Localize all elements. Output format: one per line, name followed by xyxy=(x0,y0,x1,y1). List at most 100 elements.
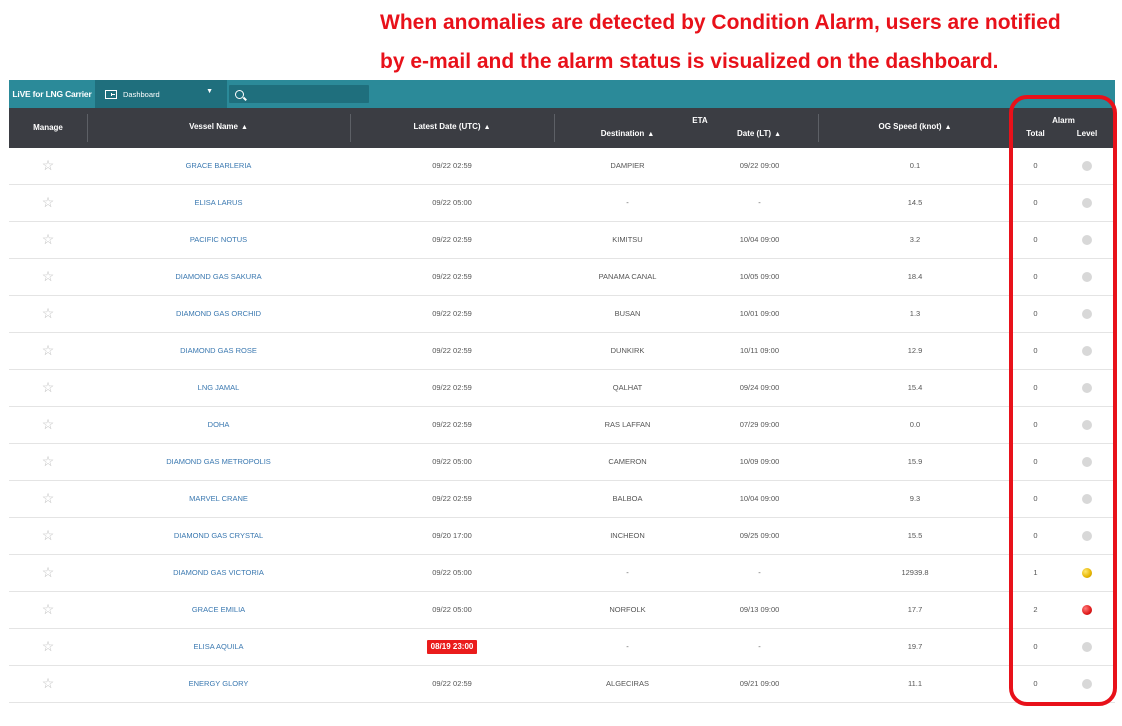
alarm-level-cell xyxy=(1059,444,1115,481)
header-alarm: Alarm xyxy=(1052,116,1075,125)
manage-cell: ☆ xyxy=(9,259,87,296)
alarm-level-cell xyxy=(1059,629,1115,666)
vessel-name-link[interactable]: DIAMOND GAS ORCHID xyxy=(87,296,350,333)
star-icon[interactable]: ☆ xyxy=(42,527,55,543)
manage-cell: ☆ xyxy=(9,629,87,666)
table-row[interactable]: ☆ DIAMOND GAS SAKURA 09/22 02:59 PANAMA … xyxy=(9,259,1115,296)
alarm-level-indicator-icon[interactable] xyxy=(1082,309,1092,320)
table-row[interactable]: ☆ DIAMOND GAS ORCHID 09/22 02:59 BUSAN 1… xyxy=(9,296,1115,333)
star-icon[interactable]: ☆ xyxy=(42,305,55,321)
alarm-level-cell xyxy=(1059,592,1115,629)
table-row[interactable]: ☆ MARVEL CRANE 09/22 02:59 BALBOA 10/04 … xyxy=(9,481,1115,518)
alarm-level-indicator-icon[interactable] xyxy=(1082,198,1092,209)
star-icon[interactable]: ☆ xyxy=(42,194,55,210)
star-icon[interactable]: ☆ xyxy=(42,268,55,284)
alarm-level-indicator-icon[interactable] xyxy=(1082,568,1092,579)
manage-cell: ☆ xyxy=(9,296,87,333)
table-row[interactable]: ☆ DIAMOND GAS CRYSTAL 09/20 17:00 INCHEO… xyxy=(9,518,1115,555)
latest-date-value: 09/22 02:59 xyxy=(432,679,472,688)
table-row[interactable]: ☆ ELISA AQUILA 08/19 23:00 - - 19.7 0 xyxy=(9,629,1115,666)
star-icon[interactable]: ☆ xyxy=(42,379,55,395)
alarm-level-indicator-icon[interactable] xyxy=(1082,679,1092,690)
alarm-level-indicator-icon[interactable] xyxy=(1082,161,1092,172)
alarm-level-indicator-icon[interactable] xyxy=(1082,272,1092,283)
alarm-level-indicator-icon[interactable] xyxy=(1082,531,1092,542)
vessel-name-link[interactable]: PACIFIC NOTUS xyxy=(87,222,350,259)
star-icon[interactable]: ☆ xyxy=(42,453,55,469)
table-row[interactable]: ☆ DIAMOND GAS VICTORIA 09/22 05:00 - - 1… xyxy=(9,555,1115,592)
vessel-name-link[interactable]: DIAMOND GAS VICTORIA xyxy=(87,555,350,592)
vessel-name-link[interactable]: DIAMOND GAS SAKURA xyxy=(87,259,350,296)
star-icon[interactable]: ☆ xyxy=(42,157,55,173)
vessel-name-link[interactable]: ELISA AQUILA xyxy=(87,629,350,666)
alarm-level-cell xyxy=(1059,333,1115,370)
header-eta: ETA xyxy=(692,116,708,125)
alarm-total-cell: 0 xyxy=(1033,457,1038,466)
star-icon[interactable]: ☆ xyxy=(42,416,55,432)
eta-date-cell: 10/05 09:00 xyxy=(739,272,780,281)
star-icon[interactable]: ☆ xyxy=(42,342,55,358)
table-row[interactable]: ☆ LNG JAMAL 09/22 02:59 QALHAT 09/24 09:… xyxy=(9,370,1115,407)
vessel-name-link[interactable]: MARVEL CRANE xyxy=(87,481,350,518)
star-icon[interactable]: ☆ xyxy=(42,490,55,506)
star-icon[interactable]: ☆ xyxy=(42,231,55,247)
destination-cell: BALBOA xyxy=(612,494,643,503)
eta-date-cell: 09/21 09:00 xyxy=(739,679,780,688)
alarm-level-cell xyxy=(1059,148,1115,185)
alarm-level-cell xyxy=(1059,296,1115,333)
latest-date-cell: 09/22 02:59 xyxy=(350,370,554,407)
destination-cell: - xyxy=(626,198,629,207)
header-date-lt[interactable]: Date (LT) ▲︎ xyxy=(709,129,809,138)
alarm-level-indicator-icon[interactable] xyxy=(1082,494,1092,505)
eta-date-cell: 09/13 09:00 xyxy=(739,605,780,614)
vessel-name-link[interactable]: DOHA xyxy=(87,407,350,444)
star-icon[interactable]: ☆ xyxy=(42,564,55,580)
alarm-total-cell: 2 xyxy=(1033,605,1038,614)
alarm-level-indicator-icon[interactable] xyxy=(1082,642,1092,653)
alarm-total-cell: 0 xyxy=(1033,346,1038,355)
latest-date-cell: 09/20 17:00 xyxy=(350,518,554,555)
header-latest-date[interactable]: Latest Date (UTC) ▲︎ xyxy=(350,122,554,131)
alarm-level-indicator-icon[interactable] xyxy=(1082,420,1092,431)
table-row[interactable]: ☆ GRACE EMILIA 09/22 05:00 NORFOLK 09/13… xyxy=(9,592,1115,629)
alarm-level-indicator-icon[interactable] xyxy=(1082,346,1092,357)
table-row[interactable]: ☆ DIAMOND GAS METROPOLIS 09/22 05:00 CAM… xyxy=(9,444,1115,481)
vessel-name-link[interactable]: DIAMOND GAS CRYSTAL xyxy=(87,518,350,555)
header-destination[interactable]: Destination ▲︎ xyxy=(579,129,676,138)
search-input[interactable] xyxy=(248,89,358,99)
latest-date-cell: 09/22 05:00 xyxy=(350,444,554,481)
app-brand[interactable]: LiVE for LNG Carrier xyxy=(9,80,95,108)
header-og-speed[interactable]: OG Speed (knot) ▲︎ xyxy=(818,122,1012,131)
header-manage: Manage xyxy=(33,123,63,132)
table-row[interactable]: ☆ GRACE BARLERIA 09/22 02:59 DAMPIER 09/… xyxy=(9,148,1115,185)
alarm-level-indicator-icon[interactable] xyxy=(1082,605,1092,616)
star-icon[interactable]: ☆ xyxy=(42,601,55,617)
alarm-level-indicator-icon[interactable] xyxy=(1082,457,1092,468)
latest-date-cell: 09/22 05:00 xyxy=(350,592,554,629)
alarm-level-indicator-icon[interactable] xyxy=(1082,383,1092,394)
vessel-name-link[interactable]: DIAMOND GAS METROPOLIS xyxy=(87,444,350,481)
latest-date-cell: 08/19 23:00 xyxy=(350,629,554,666)
table-row[interactable]: ☆ ELISA LARUS 09/22 05:00 - - 14.5 0 xyxy=(9,185,1115,222)
table-row[interactable]: ☆ PACIFIC NOTUS 09/22 02:59 KIMITSU 10/0… xyxy=(9,222,1115,259)
vessel-name-link[interactable]: DIAMOND GAS ROSE xyxy=(87,333,350,370)
eta-date-cell: 10/01 09:00 xyxy=(739,309,780,318)
search-box[interactable] xyxy=(229,85,369,103)
table-row[interactable]: ☆ ENERGY GLORY 09/22 02:59 ALGECIRAS 09/… xyxy=(9,666,1115,703)
vessel-name-link[interactable]: ENERGY GLORY xyxy=(87,666,350,703)
vessel-name-link[interactable]: GRACE BARLERIA xyxy=(87,148,350,185)
header-vessel-name[interactable]: Vessel Name ▲︎ xyxy=(87,122,350,131)
alarm-level-indicator-icon[interactable] xyxy=(1082,235,1092,246)
vessel-name-link[interactable]: GRACE EMILIA xyxy=(87,592,350,629)
star-icon[interactable]: ☆ xyxy=(42,675,55,691)
vessel-name-link[interactable]: ELISA LARUS xyxy=(87,185,350,222)
star-icon[interactable]: ☆ xyxy=(42,638,55,654)
eta-date-cell: 09/24 09:00 xyxy=(739,383,780,392)
dashboard-selector[interactable]: Dashboard ▼ xyxy=(95,80,227,108)
table-row[interactable]: ☆ DOHA 09/22 02:59 RAS LAFFAN 07/29 09:0… xyxy=(9,407,1115,444)
vessel-name-link[interactable]: LNG JAMAL xyxy=(87,370,350,407)
manage-cell: ☆ xyxy=(9,185,87,222)
latest-date-value: 09/22 02:59 xyxy=(432,161,472,170)
og-speed-cell: 0.1 xyxy=(909,161,921,170)
table-row[interactable]: ☆ DIAMOND GAS ROSE 09/22 02:59 DUNKIRK 1… xyxy=(9,333,1115,370)
